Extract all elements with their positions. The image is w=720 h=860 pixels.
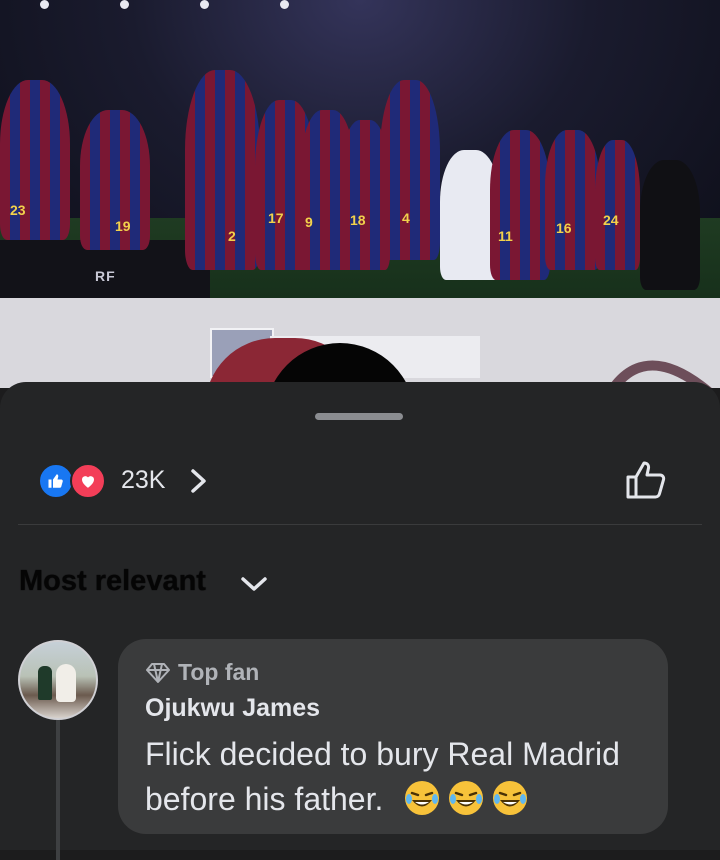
- jersey-number: 2: [228, 228, 236, 244]
- drag-handle[interactable]: [315, 413, 403, 420]
- laughing-crying-emoji-icon: [493, 781, 527, 815]
- comment-bubble[interactable]: Top fan Ojukwu James Flick decided to bu…: [118, 639, 668, 834]
- laughing-crying-emoji-icon: [405, 781, 439, 815]
- like-button[interactable]: [624, 458, 668, 502]
- diamond-icon: [146, 662, 170, 683]
- like-reaction-icon: [38, 463, 74, 499]
- jersey-number: 23: [10, 202, 26, 218]
- badge-label: Top fan: [178, 659, 260, 685]
- top-fan-badge: Top fan: [146, 659, 259, 686]
- comment-text: Flick decided to bury Real Madrid before…: [145, 736, 620, 817]
- jersey-number: 18: [350, 212, 366, 228]
- avatar[interactable]: [18, 640, 98, 720]
- laughing-crying-emoji-icon: [449, 781, 483, 815]
- next-post-photo[interactable]: [0, 298, 720, 388]
- jersey-number: 4: [402, 210, 410, 226]
- divider: [18, 524, 702, 525]
- reaction-icons[interactable]: [38, 463, 108, 499]
- chevron-right-icon[interactable]: [188, 468, 210, 499]
- stadium-board-text: RF: [95, 268, 116, 284]
- chevron-down-icon[interactable]: [240, 574, 268, 599]
- reaction-count[interactable]: 23K: [121, 466, 165, 495]
- comments-sheet: 23K Most relevant Top fan Ojukwu James F…: [0, 382, 720, 860]
- reply-thread-line: [56, 720, 60, 860]
- comment-author[interactable]: Ojukwu James: [145, 694, 320, 723]
- jersey-number: 11: [498, 228, 513, 244]
- jersey-number: 19: [115, 218, 131, 234]
- post-photo[interactable]: RF 23 19 2 17 9 18 4 11 16 24: [0, 0, 720, 298]
- love-reaction-icon: [70, 463, 106, 499]
- comment-emojis: [403, 779, 529, 817]
- jersey-number: 17: [268, 210, 284, 226]
- thumbs-up-icon: [626, 461, 666, 499]
- jersey-number: 24: [603, 212, 619, 228]
- jersey-number: 16: [556, 220, 572, 236]
- jersey-number: 9: [305, 214, 313, 230]
- sort-selector[interactable]: Most relevant: [19, 565, 206, 598]
